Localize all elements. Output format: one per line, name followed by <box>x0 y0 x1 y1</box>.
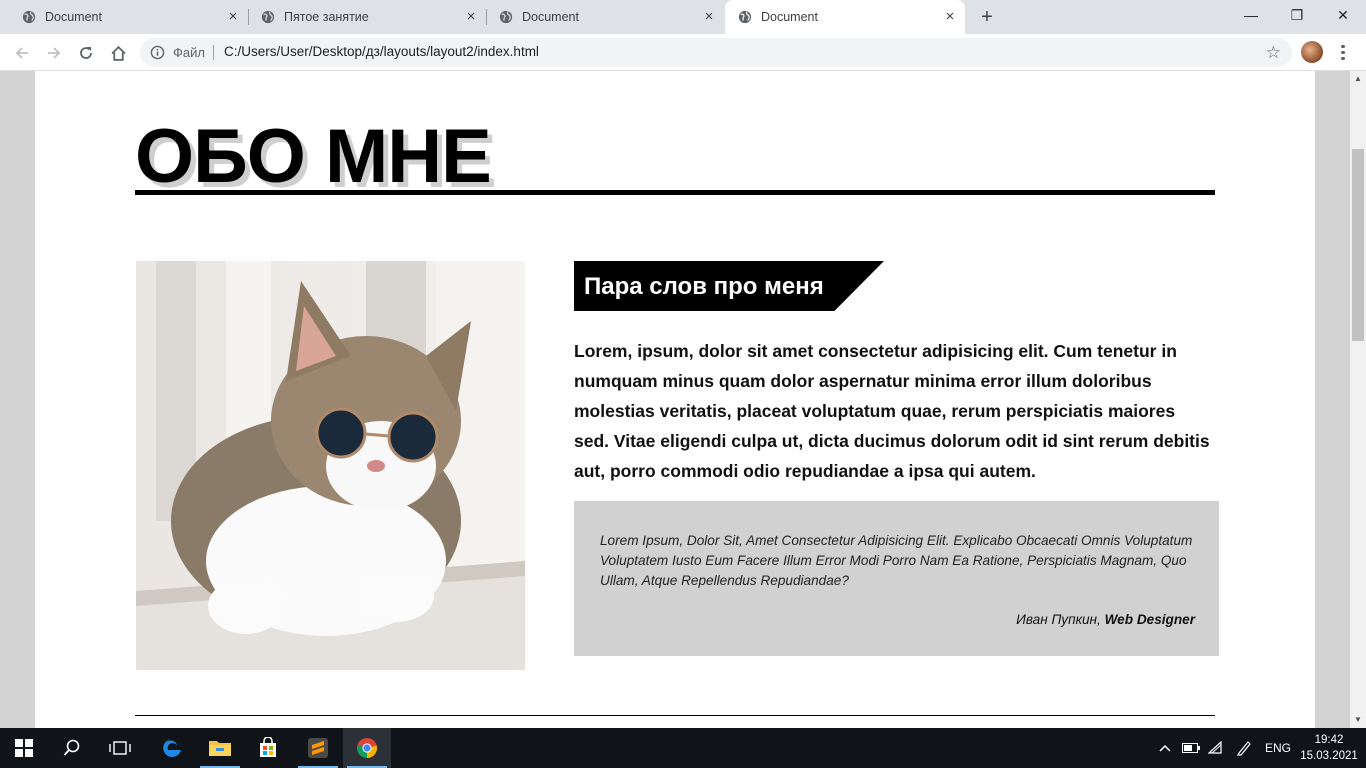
store-button[interactable] <box>244 728 292 768</box>
globe-icon <box>738 10 752 24</box>
author-role: Web Designer <box>1104 612 1195 627</box>
scroll-up-arrow-icon[interactable]: ▲ <box>1350 71 1366 87</box>
close-tab-icon[interactable]: × <box>226 9 240 24</box>
close-tab-icon[interactable]: × <box>464 9 478 24</box>
address-divider <box>213 45 214 60</box>
profile-photo <box>136 261 525 670</box>
scheme-label: Файл <box>173 45 205 60</box>
section-heading-banner: Пара слов про меня <box>574 261 884 311</box>
tab-title: Document <box>45 10 102 24</box>
home-button[interactable] <box>106 41 130 65</box>
forward-button[interactable] <box>42 41 66 65</box>
tray-overflow-icon[interactable] <box>1158 728 1172 768</box>
browser-tab-strip: Document × Пятое занятие × Document × Do… <box>0 0 1366 34</box>
close-tab-icon[interactable]: × <box>702 9 716 24</box>
reload-button[interactable] <box>74 41 98 65</box>
system-clock[interactable]: 19:42 15.03.2021 <box>1296 732 1362 764</box>
address-bar[interactable]: Файл C:/Users/User/Desktop/дз/layouts/la… <box>140 38 1292 67</box>
info-icon[interactable] <box>150 45 165 60</box>
home-icon <box>110 45 126 61</box>
url-text[interactable]: C:/Users/User/Desktop/дз/layouts/layout2… <box>224 44 539 59</box>
kebab-icon[interactable] <box>1338 42 1348 62</box>
quote-text: Lorem Ipsum, Dolor Sit, Amet Consectetur… <box>600 533 1193 588</box>
globe-icon <box>22 10 36 24</box>
tab-pyatoe-zanyatie[interactable]: Пятое занятие × <box>248 0 486 34</box>
back-button[interactable] <box>10 41 34 65</box>
file-explorer-icon <box>209 741 231 756</box>
chrome-button[interactable] <box>343 728 391 768</box>
start-button[interactable] <box>0 728 48 768</box>
pen-icon[interactable] <box>1236 728 1252 768</box>
close-window-button[interactable]: ✕ <box>1320 0 1366 30</box>
tab-document-1[interactable]: Document × <box>0 0 248 34</box>
battery-icon[interactable] <box>1182 728 1200 768</box>
cat-photo-image <box>136 261 525 670</box>
sublime-text-icon <box>308 738 328 758</box>
clock-date: 15.03.2021 <box>1300 750 1358 762</box>
arrow-left-icon <box>15 47 28 59</box>
sublime-text-button[interactable] <box>294 728 342 768</box>
tab-title: Document <box>522 10 579 24</box>
language-indicator[interactable]: ENG <box>1265 728 1291 768</box>
task-view-icon <box>109 741 131 755</box>
chrome-icon <box>357 738 378 758</box>
tab-title: Пятое занятие <box>284 10 369 24</box>
close-tab-icon[interactable]: × <box>943 9 957 24</box>
search-icon <box>63 739 80 756</box>
reload-icon <box>80 47 92 59</box>
clock-time: 19:42 <box>1314 734 1344 746</box>
edge-icon <box>163 739 181 757</box>
section-heading: Пара слов про меня <box>584 273 824 300</box>
new-tab-button[interactable]: + <box>976 6 998 28</box>
globe-icon <box>261 10 275 24</box>
lead-paragraph: Lorem, ipsum, dolor sit amet consectetur… <box>574 341 1210 481</box>
tab-title: Document <box>761 10 818 24</box>
tab-document-2[interactable]: Document × <box>486 0 724 34</box>
avatar[interactable] <box>1301 41 1323 63</box>
browser-toolbar: Файл C:/Users/User/Desktop/дз/layouts/la… <box>0 34 1366 71</box>
author-name: Иван Пупкин, <box>1016 612 1101 627</box>
section-divider <box>135 715 1215 716</box>
quote-block: Lorem Ipsum, Dolor Sit, Amet Consectetur… <box>574 501 1219 656</box>
tab-document-active[interactable]: Document × <box>725 0 965 34</box>
edge-button[interactable] <box>148 728 196 768</box>
page-title: ОБО МНЕ <box>135 114 492 199</box>
page-content: ОБО МНЕ Пара слов про меня Lorem, ipsum,… <box>35 71 1315 728</box>
task-view-button[interactable] <box>96 728 144 768</box>
scrollbar-thumb[interactable] <box>1352 149 1364 341</box>
wifi-icon[interactable] <box>1208 728 1224 768</box>
windows-taskbar: ENG 19:42 15.03.2021 <box>0 728 1366 768</box>
start-icon <box>15 739 33 757</box>
search-button[interactable] <box>48 728 96 768</box>
file-explorer-button[interactable] <box>196 728 244 768</box>
store-icon <box>260 737 276 757</box>
minimize-button[interactable]: — <box>1228 0 1274 30</box>
page-viewport: ОБО МНЕ Пара слов про меня Lorem, ipsum,… <box>0 71 1350 728</box>
quote-author: Иван Пупкин, Web Designer <box>1016 612 1195 627</box>
vertical-scrollbar[interactable]: ▲ ▼ <box>1350 71 1366 728</box>
arrow-right-icon <box>48 47 61 59</box>
star-icon[interactable]: ☆ <box>1266 43 1281 63</box>
restore-button[interactable]: ❐ <box>1274 0 1320 30</box>
title-underline <box>135 190 1215 195</box>
scroll-down-arrow-icon[interactable]: ▼ <box>1350 712 1366 728</box>
globe-icon <box>499 10 513 24</box>
